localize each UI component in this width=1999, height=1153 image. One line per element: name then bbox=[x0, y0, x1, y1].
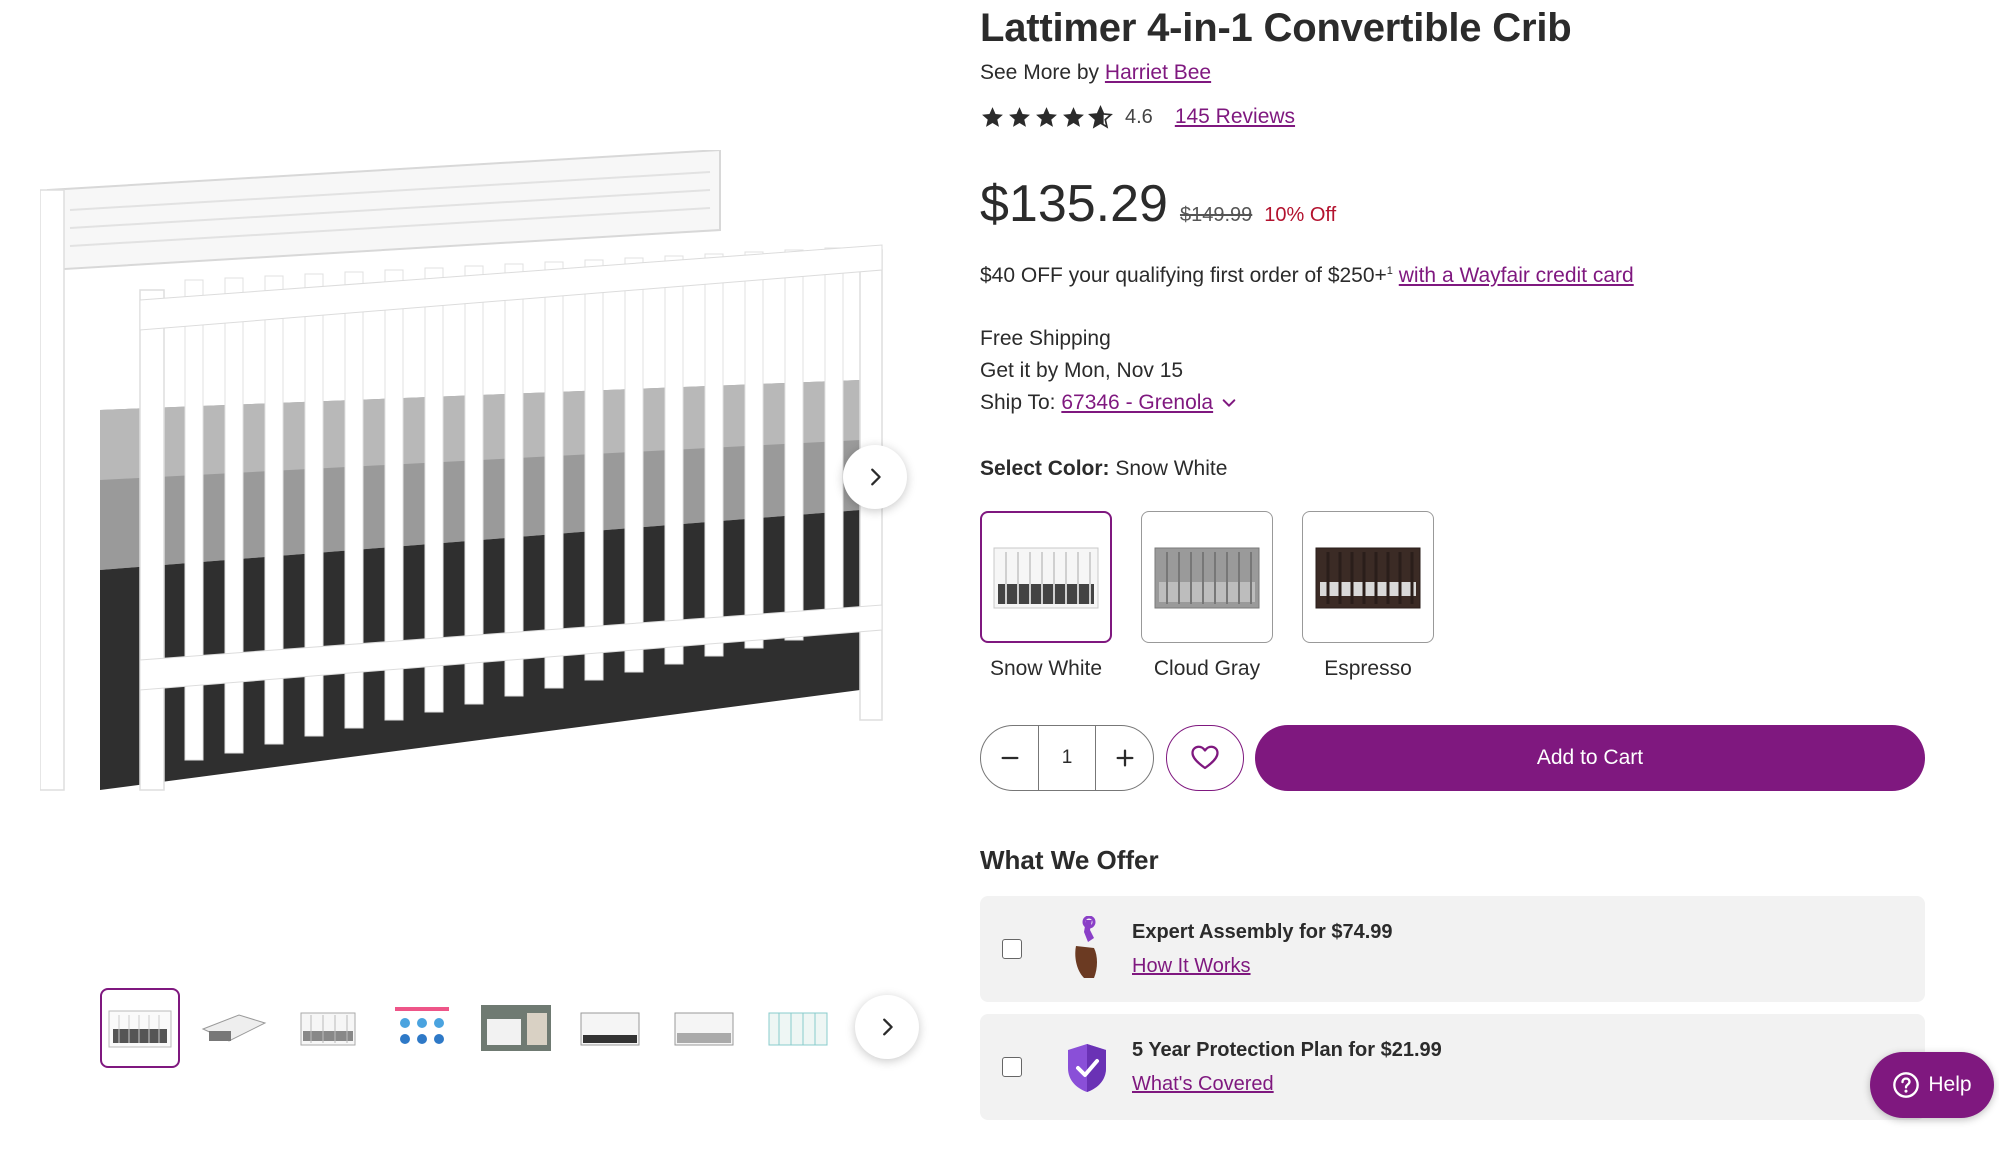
help-button[interactable]: Help bbox=[1870, 1052, 1994, 1118]
shipping-info: Free Shipping Get it by Mon, Nov 15 Ship… bbox=[980, 323, 1930, 419]
help-label: Help bbox=[1928, 1073, 1972, 1096]
thumbnail-strip bbox=[100, 988, 838, 1068]
thumbnail-6[interactable] bbox=[570, 988, 650, 1068]
color-swatch-snow-white[interactable] bbox=[980, 511, 1112, 643]
wrench-hand-icon bbox=[1075, 916, 1097, 978]
brand-link[interactable]: Harriet Bee bbox=[1105, 61, 1211, 84]
free-shipping: Free Shipping bbox=[980, 327, 1111, 350]
product-info: Lattimer 4-in-1 Convertible Crib See Mor… bbox=[980, 0, 1930, 1120]
promo-text: $40 OFF your qualifying first order of $… bbox=[980, 264, 1387, 287]
offer-expert-assembly: Expert Assembly for $74.99 How It Works bbox=[980, 896, 1925, 1002]
heart-icon bbox=[1191, 745, 1219, 770]
star-icon bbox=[1036, 106, 1057, 127]
swatch-option-espresso: Espresso bbox=[1302, 511, 1434, 681]
offer-text: 5 Year Protection Plan for $21.99 What's… bbox=[1132, 1033, 1442, 1101]
swatch-label: Espresso bbox=[1324, 657, 1412, 680]
sale-price: $135.29 bbox=[980, 175, 1168, 233]
color-swatch-cloud-gray[interactable] bbox=[1141, 511, 1273, 643]
see-more-by: See More by Harriet Bee bbox=[980, 58, 1930, 88]
shield-check-icon bbox=[1068, 1044, 1106, 1092]
selected-color-name: Snow White bbox=[1115, 457, 1228, 480]
chevron-right-icon bbox=[871, 468, 881, 486]
chevron-right-icon bbox=[883, 1018, 893, 1036]
main-product-image[interactable] bbox=[40, 150, 890, 810]
thumbnail-4[interactable] bbox=[382, 988, 462, 1068]
thumbnail-3[interactable] bbox=[288, 988, 368, 1068]
ship-to-label: Ship To: bbox=[980, 391, 1056, 414]
thumbnail-2[interactable] bbox=[194, 988, 274, 1068]
star-rating bbox=[980, 104, 1113, 130]
half-star-icon bbox=[1088, 104, 1113, 129]
select-color-label: Select Color: Snow White bbox=[980, 457, 1930, 481]
rating-value: 4.6 bbox=[1125, 105, 1153, 128]
offer-heading: Expert Assembly for $74.99 bbox=[1132, 921, 1393, 943]
plus-icon bbox=[1116, 749, 1133, 767]
thumbnail-8[interactable] bbox=[758, 988, 838, 1068]
star-icon bbox=[1009, 106, 1030, 127]
product-title: Lattimer 4-in-1 Convertible Crib bbox=[980, 6, 1572, 50]
offer-heading: 5 Year Protection Plan for $21.99 bbox=[1132, 1039, 1442, 1061]
add-to-cart-button[interactable]: Add to Cart bbox=[1255, 725, 1925, 791]
credit-card-link[interactable]: with a Wayfair credit card bbox=[1399, 264, 1634, 287]
star-icon bbox=[982, 106, 1003, 127]
expert-assembly-checkbox[interactable] bbox=[1002, 939, 1022, 959]
reviews-link[interactable]: 145 Reviews bbox=[1175, 105, 1295, 129]
color-swatches: Snow White Cloud Gray Espresso bbox=[980, 511, 1930, 681]
original-price: $149.99 bbox=[1179, 204, 1253, 226]
promo-footnote: 1 bbox=[1386, 265, 1393, 277]
quantity-input[interactable] bbox=[1038, 726, 1096, 790]
how-it-works-link[interactable]: How It Works bbox=[1132, 949, 1393, 983]
thumbnail-5[interactable] bbox=[476, 988, 556, 1068]
color-label-heading: Select Color: bbox=[980, 457, 1110, 480]
whats-covered-link[interactable]: What's Covered bbox=[1132, 1067, 1442, 1101]
minus-icon bbox=[1001, 756, 1018, 760]
see-more-label: See More by bbox=[980, 61, 1100, 84]
offer-text: Expert Assembly for $74.99 How It Works bbox=[1132, 915, 1393, 983]
protection-plan-checkbox[interactable] bbox=[1002, 1057, 1022, 1077]
swatch-label: Snow White bbox=[989, 657, 1103, 680]
next-image-button[interactable] bbox=[843, 445, 907, 509]
price-row: $135.29 $149.99 10% Off bbox=[980, 174, 1930, 234]
swatch-option-cloud-gray: Cloud Gray bbox=[1141, 511, 1273, 681]
thumbnail-1[interactable] bbox=[100, 988, 180, 1068]
quantity-stepper bbox=[980, 725, 1154, 791]
swatch-option-snow-white: Snow White bbox=[980, 511, 1112, 681]
decrease-quantity-button[interactable] bbox=[981, 726, 1038, 790]
rating-row: 4.6 145 Reviews bbox=[980, 102, 1930, 132]
add-to-favorites-button[interactable] bbox=[1166, 725, 1244, 791]
next-thumbnails-button[interactable] bbox=[855, 995, 919, 1059]
credit-card-promo: $40 OFF your qualifying first order of $… bbox=[980, 256, 1930, 291]
ship-to-location-link[interactable]: 67346 - Grenola bbox=[1061, 387, 1213, 419]
cart-row: Add to Cart bbox=[980, 725, 1930, 791]
color-swatch-espresso[interactable] bbox=[1302, 511, 1434, 643]
ship-to-row: Ship To: 67346 - Grenola bbox=[980, 387, 1930, 419]
discount-badge: 10% Off bbox=[1264, 204, 1337, 226]
increase-quantity-button[interactable] bbox=[1096, 726, 1153, 790]
question-circle-icon bbox=[1893, 1072, 1920, 1098]
what-we-offer-heading: What We Offer bbox=[980, 845, 1159, 875]
star-icon bbox=[1063, 106, 1084, 127]
thumbnail-7[interactable] bbox=[664, 988, 744, 1068]
chevron-down-icon[interactable] bbox=[1221, 395, 1237, 411]
offer-protection-plan: 5 Year Protection Plan for $21.99 What's… bbox=[980, 1014, 1925, 1120]
delivery-date: Get it by Mon, Nov 15 bbox=[980, 359, 1184, 382]
swatch-label: Cloud Gray bbox=[1153, 657, 1261, 680]
